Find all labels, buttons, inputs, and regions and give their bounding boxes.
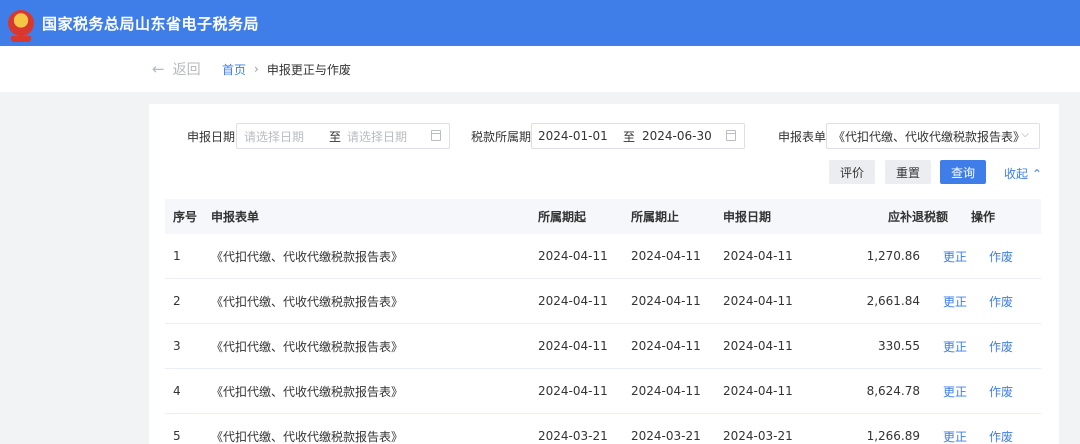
header-period-end: 所属期止 — [631, 210, 680, 224]
void-link[interactable]: 作废 — [989, 369, 1013, 413]
filter-row: 申报日期 请选择日期 至 请选择日期 税款所属期 2024-01-01 至 20… — [149, 123, 1059, 149]
row-declare-date: 2024-04-11 — [723, 249, 793, 263]
row-period-start: 2024-04-11 — [538, 294, 608, 308]
form-select-label: 申报表单 — [778, 130, 827, 144]
reset-button[interactable]: 重置 — [885, 160, 931, 184]
row-period-end: 2024-04-11 — [631, 384, 701, 398]
tax-period-range-picker[interactable]: 2024-01-01 至 2024-06-30 — [531, 123, 745, 149]
calendar-icon — [431, 130, 441, 141]
row-form: 《代扣代缴、代收代缴税款报告表》 — [211, 384, 404, 399]
row-period-end: 2024-04-11 — [631, 294, 701, 308]
row-period-end: 2024-03-21 — [631, 429, 701, 443]
row-form: 《代扣代缴、代收代缴税款报告表》 — [211, 429, 404, 444]
row-amount: 330.55 — [878, 339, 920, 353]
header-no: 序号 — [173, 210, 198, 224]
tax-period-start-input[interactable]: 2024-01-01 — [538, 129, 608, 143]
header-operations: 操作 — [971, 210, 996, 224]
row-period-start: 2024-03-21 — [538, 429, 608, 443]
row-declare-date: 2024-04-11 — [723, 384, 793, 398]
declare-date-start-input[interactable]: 请选择日期 — [244, 128, 304, 145]
row-period-start: 2024-04-11 — [538, 339, 608, 353]
chevron-right-icon: › — [254, 62, 259, 76]
void-link[interactable]: 作废 — [989, 414, 1013, 444]
row-no: 3 — [173, 339, 181, 353]
breadcrumb-bar: ← 返回 首页 › 申报更正与作废 — [0, 46, 1080, 92]
header-amount: 应补退税额 — [887, 210, 948, 224]
form-select[interactable]: 《代扣代缴、代收代缴税款报告表》 ⌵ — [826, 123, 1040, 149]
collapse-toggle[interactable]: 收起 ⌃ — [1004, 165, 1042, 182]
breadcrumb-current: 申报更正与作废 — [266, 62, 351, 77]
table-header: 序号 申报表单 所属期起 所属期止 申报日期 应补退税额 操作 — [165, 199, 1041, 234]
calendar-icon — [726, 130, 736, 141]
declare-date-label: 申报日期 — [187, 130, 236, 144]
main-panel: 申报日期 请选择日期 至 请选择日期 税款所属期 2024-01-01 至 20… — [149, 104, 1059, 444]
correct-link[interactable]: 更正 — [943, 324, 967, 368]
table-row: 2 《代扣代缴、代收代缴税款报告表》 2024-04-11 2024-04-11… — [165, 279, 1041, 324]
row-no: 1 — [173, 249, 181, 263]
void-link[interactable]: 作废 — [989, 324, 1013, 368]
row-declare-date: 2024-04-11 — [723, 294, 793, 308]
tax-period-label: 税款所属期 — [471, 130, 532, 144]
void-link[interactable]: 作废 — [989, 279, 1013, 323]
row-amount: 1,266.89 — [866, 429, 920, 443]
row-period-end: 2024-04-11 — [631, 249, 701, 263]
declare-date-end-input[interactable]: 请选择日期 — [347, 128, 407, 145]
chevron-down-icon: ⌵ — [1021, 129, 1029, 140]
range-separator: 至 — [623, 129, 636, 144]
table-row: 4 《代扣代缴、代收代缴税款报告表》 2024-04-11 2024-04-11… — [165, 369, 1041, 414]
top-header-bar: 国家税务总局山东省电子税务局 — [0, 0, 1080, 46]
breadcrumb-home-link[interactable]: 首页 — [222, 61, 246, 78]
back-label: 返回 — [172, 62, 201, 78]
row-form: 《代扣代缴、代收代缴税款报告表》 — [211, 339, 404, 354]
row-declare-date: 2024-04-11 — [723, 339, 793, 353]
row-amount: 1,270.86 — [866, 249, 920, 263]
form-select-value: 《代扣代缴、代收代缴税款报告表》 — [833, 129, 1026, 144]
row-form: 《代扣代缴、代收代缴税款报告表》 — [211, 294, 404, 309]
row-period-start: 2024-04-11 — [538, 384, 608, 398]
row-declare-date: 2024-03-21 — [723, 429, 793, 443]
row-period-start: 2024-04-11 — [538, 249, 608, 263]
void-link[interactable]: 作废 — [989, 234, 1013, 278]
tax-period-end-input[interactable]: 2024-06-30 — [642, 129, 712, 143]
action-row: 评价 重置 查询 收起 ⌃ — [149, 160, 1059, 184]
header-declare-date: 申报日期 — [723, 210, 772, 224]
declaration-table: 序号 申报表单 所属期起 所属期止 申报日期 应补退税额 操作 1 《代扣代缴、… — [165, 199, 1041, 444]
evaluate-button[interactable]: 评价 — [829, 160, 875, 184]
row-amount: 2,661.84 — [866, 294, 920, 308]
query-button[interactable]: 查询 — [940, 160, 986, 184]
correct-link[interactable]: 更正 — [943, 369, 967, 413]
row-no: 2 — [173, 294, 181, 308]
row-no: 5 — [173, 429, 181, 443]
breadcrumb: 首页 › 申报更正与作废 — [222, 61, 351, 78]
arrow-left-icon: ← — [152, 60, 165, 78]
row-form: 《代扣代缴、代收代缴税款报告表》 — [211, 249, 404, 264]
row-amount: 8,624.78 — [866, 384, 920, 398]
row-no: 4 — [173, 384, 181, 398]
correct-link[interactable]: 更正 — [943, 234, 967, 278]
table-row: 5 《代扣代缴、代收代缴税款报告表》 2024-03-21 2024-03-21… — [165, 414, 1041, 444]
range-separator: 至 — [329, 129, 342, 144]
header-period-start: 所属期起 — [538, 210, 587, 224]
site-title: 国家税务总局山东省电子税务局 — [42, 14, 260, 33]
correct-link[interactable]: 更正 — [943, 279, 967, 323]
header-form: 申报表单 — [211, 210, 260, 224]
correct-link[interactable]: 更正 — [943, 414, 967, 444]
back-button[interactable]: ← 返回 — [152, 59, 201, 79]
table-row: 1 《代扣代缴、代收代缴税款报告表》 2024-04-11 2024-04-11… — [165, 234, 1041, 279]
table-row: 3 《代扣代缴、代收代缴税款报告表》 2024-04-11 2024-04-11… — [165, 324, 1041, 369]
row-period-end: 2024-04-11 — [631, 339, 701, 353]
national-emblem-icon — [8, 10, 34, 42]
declare-date-range-picker[interactable]: 请选择日期 至 请选择日期 — [236, 123, 450, 149]
